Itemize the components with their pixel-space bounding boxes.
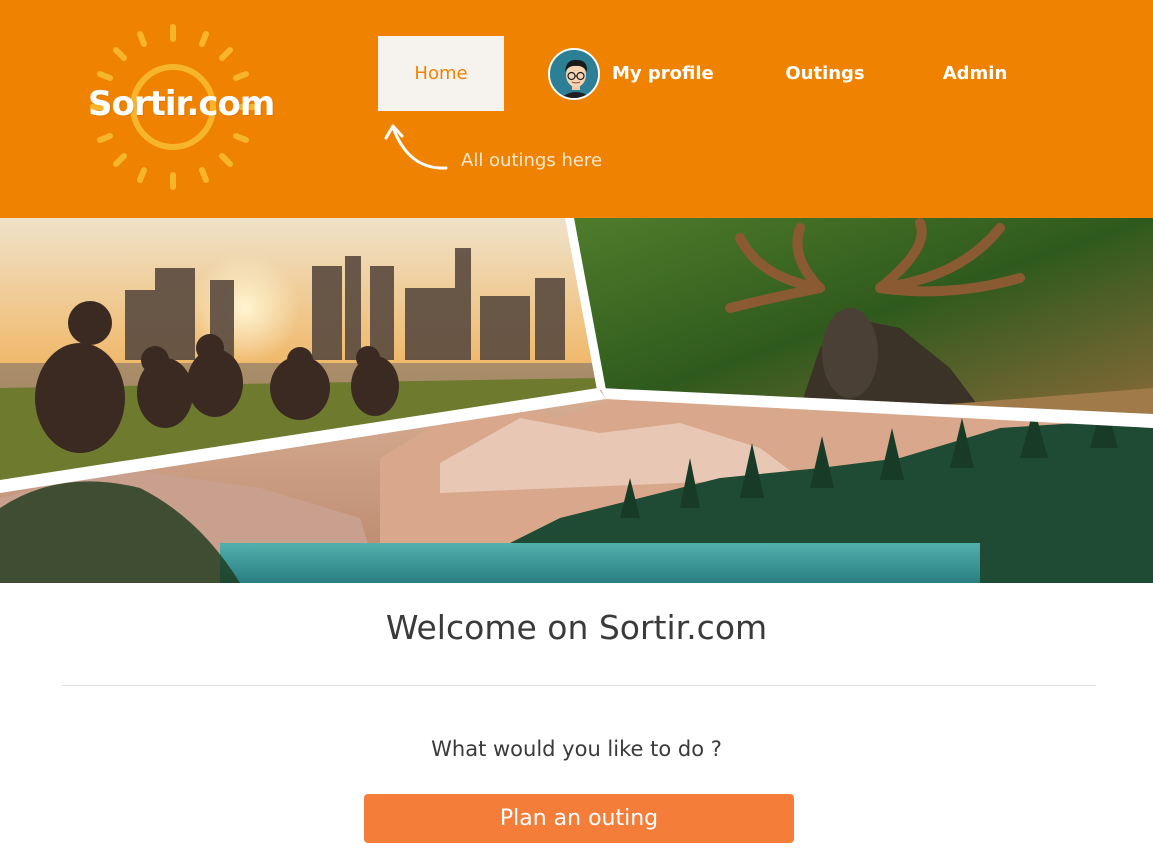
divider xyxy=(62,685,1096,686)
nav-outings[interactable]: Outings xyxy=(770,36,880,111)
logo-text: Sortir.com xyxy=(88,84,275,124)
nav-home[interactable]: Home xyxy=(378,36,504,111)
page-title: Welcome on Sortir.com xyxy=(385,608,768,647)
hint-text: All outings here xyxy=(461,150,603,171)
site-header: Sortir.com Home My profile Outings Admin xyxy=(0,0,1153,218)
plan-outing-button[interactable]: Plan an outing xyxy=(364,794,794,843)
question-text: What would you like to do ? xyxy=(431,737,722,761)
hero-banner xyxy=(0,218,1153,583)
site-logo[interactable]: Sortir.com xyxy=(88,22,275,192)
home-hint: All outings here xyxy=(380,120,640,180)
user-avatar-icon xyxy=(550,49,598,98)
photo-collage xyxy=(0,218,1153,583)
curved-arrow-icon xyxy=(384,124,448,170)
nav-my-profile[interactable]: My profile xyxy=(548,36,718,111)
avatar xyxy=(548,47,600,100)
nav-admin[interactable]: Admin xyxy=(925,36,1025,111)
nav-profile-label: My profile xyxy=(612,63,714,84)
